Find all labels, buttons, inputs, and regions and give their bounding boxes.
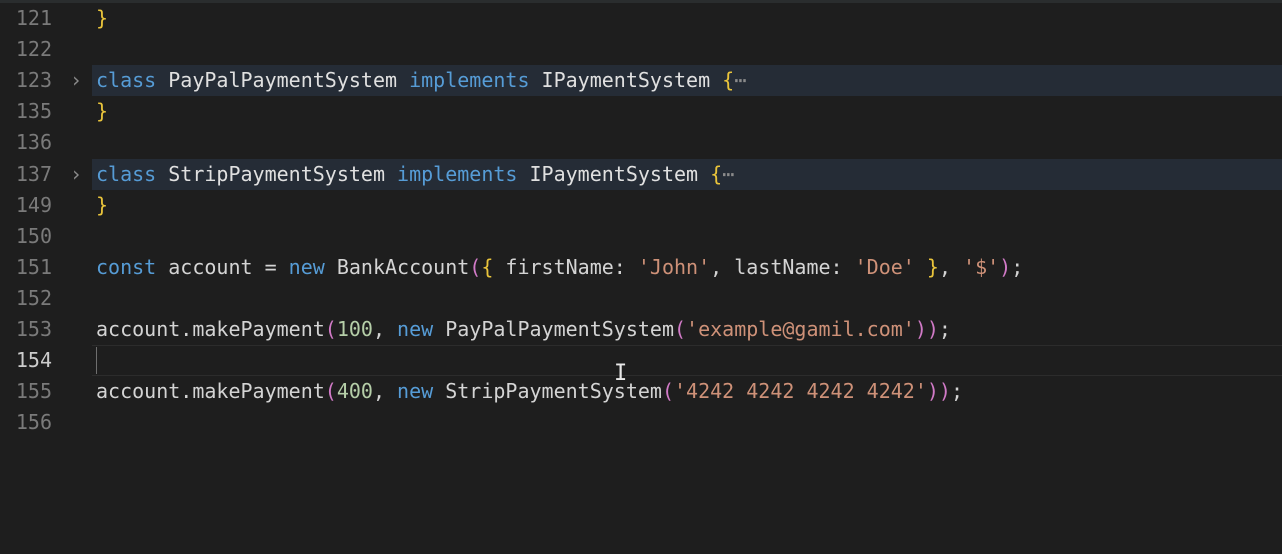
code-text[interactable]: } bbox=[96, 190, 108, 221]
code-editor[interactable]: 121} 122 123 › class PayPalPaymentSystem imp… bbox=[0, 0, 1282, 554]
line-number: 156 bbox=[15, 410, 52, 435]
line-number: 122 bbox=[15, 37, 52, 62]
code-token: PayPalPaymentSystem bbox=[156, 68, 410, 93]
code-token: firstName: bbox=[493, 254, 638, 279]
line-number: 153 bbox=[15, 317, 52, 341]
code-token: } bbox=[926, 254, 939, 279]
text-caret bbox=[96, 347, 97, 375]
code-token: } bbox=[96, 192, 109, 217]
code-token: } bbox=[96, 99, 109, 124]
code-token: , lastName: bbox=[710, 254, 855, 279]
code-token: { bbox=[481, 254, 494, 279]
code-token: class bbox=[96, 161, 157, 186]
code-token: ⋯ bbox=[734, 68, 747, 93]
code-token: 400 bbox=[336, 379, 373, 404]
line-number: 152 bbox=[15, 285, 52, 310]
code-token: StripPaymentSystem bbox=[156, 161, 398, 186]
code-token: StripPaymentSystem bbox=[433, 379, 662, 404]
code-token: } bbox=[96, 6, 109, 30]
code-token: BankAccount bbox=[324, 254, 470, 279]
code-token: account = bbox=[156, 254, 289, 279]
code-token: ⋯ bbox=[722, 161, 735, 186]
code-token: IPaymentSystem bbox=[517, 161, 711, 186]
code-token: , bbox=[372, 379, 398, 404]
line-number: 154 bbox=[15, 348, 52, 373]
code-line[interactable]: 152 bbox=[0, 283, 1282, 314]
line-number: 121 bbox=[15, 6, 52, 30]
code-token: ( bbox=[324, 379, 337, 404]
code-token: PayPalPaymentSystem bbox=[433, 317, 674, 341]
code-text[interactable]: } bbox=[96, 96, 108, 127]
line-number: 123 bbox=[15, 68, 52, 93]
code-line[interactable]: 156 bbox=[0, 407, 1282, 438]
code-line[interactable]: 154 bbox=[0, 345, 1282, 377]
code-line[interactable]: 153 account.makePayment(100, new PayPalPa… bbox=[0, 314, 1282, 345]
code-token: ( bbox=[661, 379, 674, 404]
code-text[interactable]: class StripPaymentSystem implements IPay… bbox=[96, 159, 734, 190]
code-line[interactable]: 137 › class StripPaymentSystem implements … bbox=[0, 158, 1282, 190]
code-line[interactable]: 150 bbox=[0, 221, 1282, 252]
code-line[interactable]: 122 bbox=[0, 34, 1282, 65]
code-token: new bbox=[288, 254, 325, 279]
code-text[interactable]: } bbox=[96, 3, 108, 34]
code-token: 'example@gamil.com' bbox=[686, 317, 915, 341]
line-number: 135 bbox=[15, 99, 52, 124]
code-token: new bbox=[397, 317, 434, 341]
text-cursor-icon: 𝙸 bbox=[614, 361, 628, 386]
code-line[interactable]: 123 › class PayPalPaymentSystem implements… bbox=[0, 65, 1282, 97]
code-token: implements bbox=[409, 68, 530, 93]
code-token: ( bbox=[324, 317, 337, 341]
code-line[interactable]: 121} bbox=[0, 3, 1282, 34]
code-token: 100 bbox=[336, 317, 373, 341]
code-token: 'John' bbox=[637, 254, 711, 279]
code-token: ( bbox=[674, 317, 687, 341]
code-text[interactable]: class PayPalPaymentSystem implements IPa… bbox=[96, 65, 746, 96]
code-token: ; bbox=[950, 379, 964, 404]
code-token: new bbox=[397, 379, 434, 404]
code-token: account.makePayment bbox=[96, 317, 325, 341]
line-number: 137 bbox=[15, 161, 52, 186]
code-line[interactable]: 135} bbox=[0, 96, 1282, 127]
current-line-highlight bbox=[92, 345, 1282, 377]
code-token: ) bbox=[926, 379, 939, 404]
code-text[interactable]: account.makePayment(100, new PayPalPayme… bbox=[96, 314, 951, 345]
code-token: IPaymentSystem bbox=[529, 68, 723, 93]
code-text[interactable]: account.makePayment(400, new StripPaymen… bbox=[96, 376, 963, 407]
code-token: , bbox=[938, 254, 964, 279]
code-token: 'Doe' bbox=[854, 254, 915, 279]
code-token: ) bbox=[938, 379, 951, 404]
code-token: { bbox=[710, 161, 723, 186]
code-token: { bbox=[722, 68, 735, 93]
line-number: 151 bbox=[15, 254, 52, 279]
code-token: ) bbox=[926, 317, 939, 341]
code-token: implements bbox=[397, 161, 518, 186]
code-token: ; bbox=[1011, 254, 1024, 279]
code-line[interactable]: 136 bbox=[0, 127, 1282, 158]
code-line[interactable]: 149} bbox=[0, 190, 1282, 221]
line-number: 149 bbox=[15, 192, 52, 217]
line-number: 155 bbox=[15, 379, 52, 404]
code-text[interactable]: const account = new BankAccount({ firstN… bbox=[96, 252, 1023, 283]
line-number: 150 bbox=[15, 223, 52, 248]
code-token: '4242 4242 4242 4242' bbox=[674, 379, 927, 404]
code-token: account.makePayment bbox=[96, 379, 325, 404]
line-number: 136 bbox=[15, 130, 52, 155]
code-token: class bbox=[96, 68, 157, 93]
code-token: ; bbox=[938, 317, 951, 341]
code-line[interactable]: 155 account.makePayment(400, new StripPay… bbox=[0, 376, 1282, 407]
fold-chevron-icon[interactable]: › bbox=[70, 65, 82, 96]
code-token: const bbox=[96, 254, 157, 279]
code-token: '$' bbox=[963, 254, 1000, 279]
fold-chevron-icon[interactable]: › bbox=[70, 159, 82, 190]
code-token: ) bbox=[914, 317, 927, 341]
code-line[interactable]: 151 const account = new BankAccount({ fir… bbox=[0, 252, 1282, 283]
code-token: ) bbox=[999, 254, 1012, 279]
code-token: ( bbox=[469, 254, 482, 279]
code-token: , bbox=[372, 317, 398, 341]
